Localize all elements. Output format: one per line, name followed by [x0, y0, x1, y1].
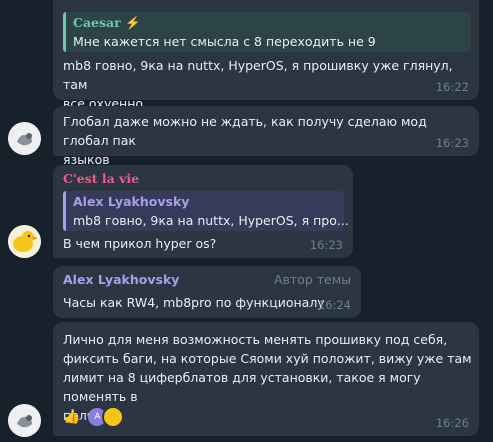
reply-quote[interactable]: Alex Lyakhovsky mb8 говно, 9ка на nuttx,…: [63, 191, 349, 231]
message-bubble[interactable]: C'est la vie Alex Lyakhovsky mb8 говно, …: [53, 165, 353, 258]
quote-bar: [63, 191, 66, 231]
sender-name[interactable]: C'est la vie: [63, 171, 139, 186]
avatar-icon: [8, 404, 41, 437]
message-line: лимит на 8 циферблатов для установки, та…: [63, 370, 421, 404]
message-text: В чем прикол hyper os?: [63, 234, 216, 253]
message-text: Часы как RW4, mb8pro по функционалу: [63, 293, 325, 312]
thumbs-up-icon: 👍: [63, 409, 81, 425]
message-text: mb8 говно, 9ка на nuttx, HyperOS, я прош…: [63, 56, 473, 113]
message-bubble[interactable]: Alex Lyakhovsky Автор темы Часы как RW4,…: [53, 266, 361, 318]
sender-name[interactable]: Alex Lyakhovsky: [63, 272, 179, 287]
reaction-chip[interactable]: 👍 A: [63, 406, 125, 428]
message-time: 16:24: [317, 298, 351, 312]
message-bubble[interactable]: Лично для меня возможность менять прошив…: [53, 322, 479, 436]
admin-role-label: Автор темы: [273, 272, 351, 287]
message-time: 16:26: [435, 416, 469, 430]
message-time: 16:22: [435, 80, 469, 94]
message-bubble[interactable]: Глобал даже можно не ждать, как получу с…: [53, 106, 479, 167]
quote-bar: [63, 12, 66, 52]
message-line: фиксить баги, на которые Сяоми хуй полож…: [63, 351, 472, 366]
duck-avatar-icon: [8, 225, 41, 258]
message-text: Глобал даже можно не ждать, как получу с…: [63, 112, 473, 169]
avatar[interactable]: [8, 122, 41, 155]
quote-sender-name: Caesar ⚡: [73, 15, 141, 30]
message-time: 16:23: [435, 136, 469, 150]
message-line: В чем прикол hyper os?: [63, 236, 217, 251]
message-time: 16:23: [309, 238, 343, 252]
quote-sender-name: Alex Lyakhovsky: [73, 194, 190, 209]
quote-text: mb8 говно, 9ка на nuttx, HyperOS, я про.…: [73, 213, 349, 228]
message-line: полчаса: [63, 406, 473, 425]
message-text: Лично для меня возможность менять прошив…: [63, 330, 473, 425]
message-line: Часы как RW4, mb8pro по функционалу: [63, 295, 325, 310]
message-line: mb8 говно, 9ка на nuttx, HyperOS, я прош…: [63, 58, 453, 92]
message-line: Лично для меня возможность менять прошив…: [63, 332, 448, 347]
avatar[interactable]: [8, 404, 41, 437]
avatar-icon: [8, 122, 41, 155]
message-bubble[interactable]: Caesar ⚡ Мне кажется нет смысла с 8 пере…: [53, 0, 479, 111]
reply-quote[interactable]: Caesar ⚡ Мне кажется нет смысла с 8 пере…: [63, 12, 471, 52]
avatar[interactable]: [8, 225, 41, 258]
message-line: Глобал даже можно не ждать, как получу с…: [63, 114, 427, 148]
quote-text: Мне кажется нет смысла с 8 переходить не…: [73, 34, 376, 49]
